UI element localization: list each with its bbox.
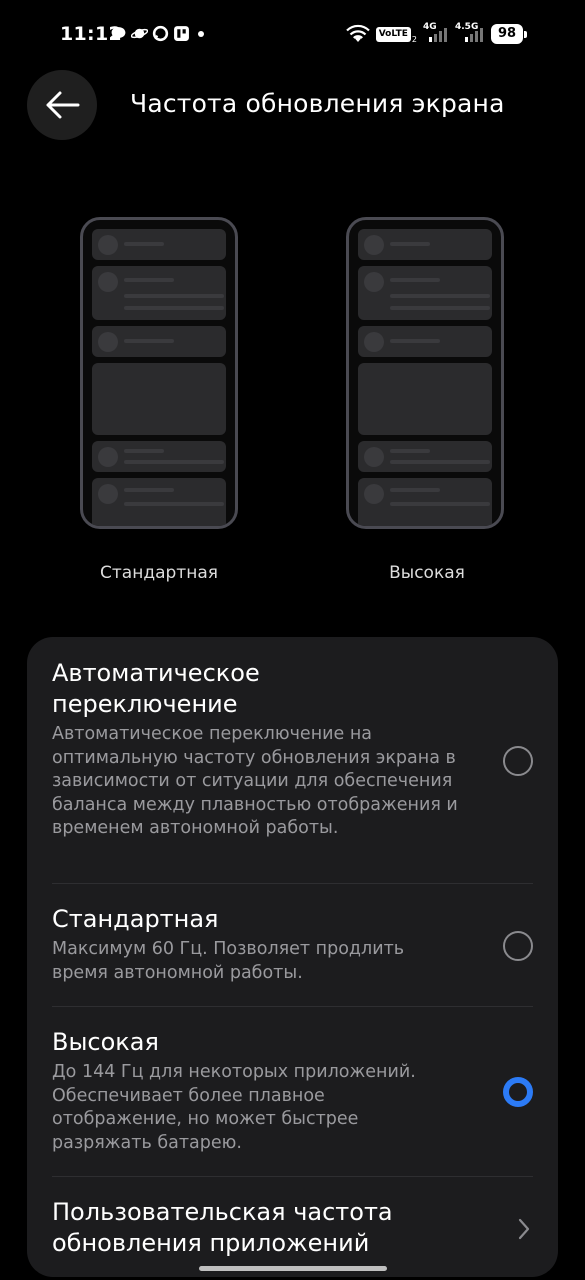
battery-indicator: 98 xyxy=(491,24,527,44)
preview-card xyxy=(358,266,492,320)
preview-card xyxy=(92,478,226,526)
preview-card xyxy=(92,326,226,357)
option-description: Максимум 60 Гц. Позволяет продлить время… xyxy=(52,939,405,983)
divider xyxy=(52,883,533,884)
option-title: Автоматическое переключение xyxy=(52,659,260,718)
option-title: Высокая xyxy=(52,1028,159,1056)
preview-card xyxy=(92,363,226,435)
standard-rate-preview xyxy=(80,217,238,529)
auto-switch-radio[interactable] xyxy=(503,746,533,776)
divider xyxy=(52,1176,533,1177)
sim2-signal-icon: 4.5G xyxy=(455,22,485,44)
preview-card xyxy=(358,229,492,260)
wifi-icon xyxy=(345,24,370,42)
page-title: Частота обновления экрана xyxy=(130,89,505,118)
high-rate-preview xyxy=(346,217,504,529)
preview-card xyxy=(92,229,226,260)
preview-card xyxy=(358,326,492,357)
preview-card xyxy=(92,266,226,320)
high-radio[interactable] xyxy=(503,1077,533,1107)
preview-card xyxy=(358,363,492,435)
option-description: Автоматическое переключение на оптимальн… xyxy=(52,724,458,838)
preview-card xyxy=(358,441,492,472)
preview-card xyxy=(358,478,492,526)
custom-app-refresh-rate[interactable]: Пользовательская частота обновления прил… xyxy=(52,1197,533,1277)
more-notifications-icon xyxy=(198,30,204,37)
refresh-rate-options: Автоматическое переключение Автоматическ… xyxy=(27,637,558,1277)
high-preview-label: Высокая xyxy=(389,563,465,583)
standard-preview-label: Стандартная xyxy=(100,563,218,583)
message-icon xyxy=(111,27,126,40)
back-button[interactable] xyxy=(27,70,97,140)
sim1-signal-icon: 4G xyxy=(423,22,449,44)
status-bar: 11:12 VoLTE 2 4G 4.5G 98 xyxy=(0,0,585,70)
chevron-right-icon xyxy=(518,1218,530,1240)
planet-icon xyxy=(131,28,148,39)
option-description: До 144 Гц для некоторых приложений. Обес… xyxy=(52,1062,416,1153)
option-title: Пользовательская частота обновления прил… xyxy=(52,1198,393,1257)
arrow-left-icon xyxy=(46,91,80,119)
option-high[interactable]: Высокая До 144 Гц для некоторых приложен… xyxy=(52,1027,533,1187)
chat-bubble-icon xyxy=(152,25,169,42)
home-indicator[interactable] xyxy=(199,1266,387,1271)
option-auto-switch[interactable]: Автоматическое переключение Автоматическ… xyxy=(52,658,533,888)
sim-index: 2 xyxy=(411,34,417,44)
volte-badge: VoLTE xyxy=(375,26,411,42)
preview-card xyxy=(92,441,226,472)
standard-radio[interactable] xyxy=(503,931,533,961)
divider xyxy=(52,1006,533,1007)
app-notification-icon xyxy=(174,26,189,41)
option-title: Стандартная xyxy=(52,905,219,933)
option-standard[interactable]: Стандартная Максимум 60 Гц. Позволяет пр… xyxy=(52,904,533,1014)
